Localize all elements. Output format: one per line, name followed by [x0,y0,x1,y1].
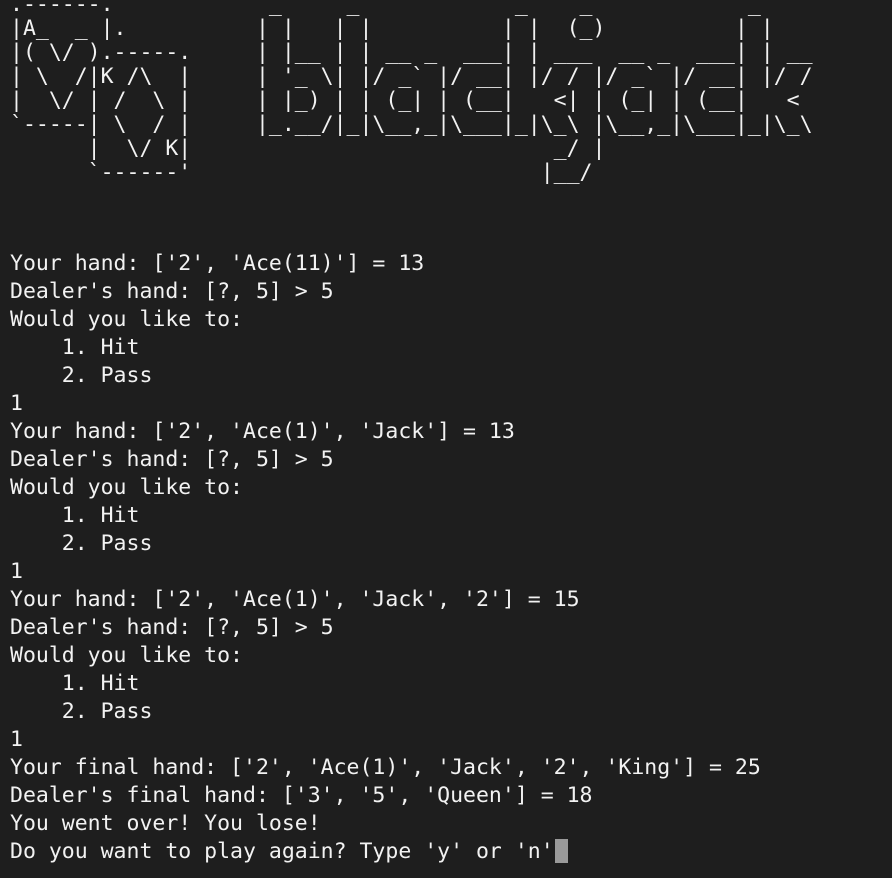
output-line: Your hand: ['2', 'Ace(1)', 'Jack', '2'] … [10,587,580,612]
output-line: 1. Hit [10,671,140,696]
prompt-line[interactable]: Do you want to play again? Type 'y' or '… [10,838,761,866]
output-line: Your final hand: ['2', 'Ace(1)', 'Jack',… [10,755,761,780]
output-line: Would you like to: [10,307,243,332]
blackjack-ascii-art: .------. _ _ _ _ _ |A_ _ |. | | | | | | … [10,0,813,185]
output-line: You went over! You lose! [10,811,321,836]
user-input-line: 1 [10,727,23,752]
terminal-window[interactable]: .------. _ _ _ _ _ |A_ _ |. | | | | | | … [0,0,892,878]
output-line: Dealer's final hand: ['3', '5', 'Queen']… [10,783,593,808]
user-input-line: 1 [10,391,23,416]
prompt-text: Do you want to play again? Type 'y' or '… [10,839,554,864]
user-input-line: 1 [10,559,23,584]
output-line: 2. Pass [10,531,153,556]
output-line: Dealer's hand: [?, 5] > 5 [10,615,334,640]
terminal-output: Your hand: ['2', 'Ace(11)'] = 13 Dealer'… [10,250,761,866]
output-line: 2. Pass [10,699,153,724]
ascii-banner: .------. _ _ _ _ _ |A_ _ |. | | | | | | … [10,0,892,217]
output-line: 1. Hit [10,503,140,528]
text-cursor[interactable] [554,839,568,863]
output-line: 1. Hit [10,335,140,360]
output-line: 2. Pass [10,363,153,388]
output-line: Would you like to: [10,643,243,668]
output-line: Your hand: ['2', 'Ace(1)', 'Jack'] = 13 [10,419,515,444]
output-line: Dealer's hand: [?, 5] > 5 [10,279,334,304]
output-line: Your hand: ['2', 'Ace(11)'] = 13 [10,251,425,276]
output-line: Dealer's hand: [?, 5] > 5 [10,447,334,472]
output-line: Would you like to: [10,475,243,500]
